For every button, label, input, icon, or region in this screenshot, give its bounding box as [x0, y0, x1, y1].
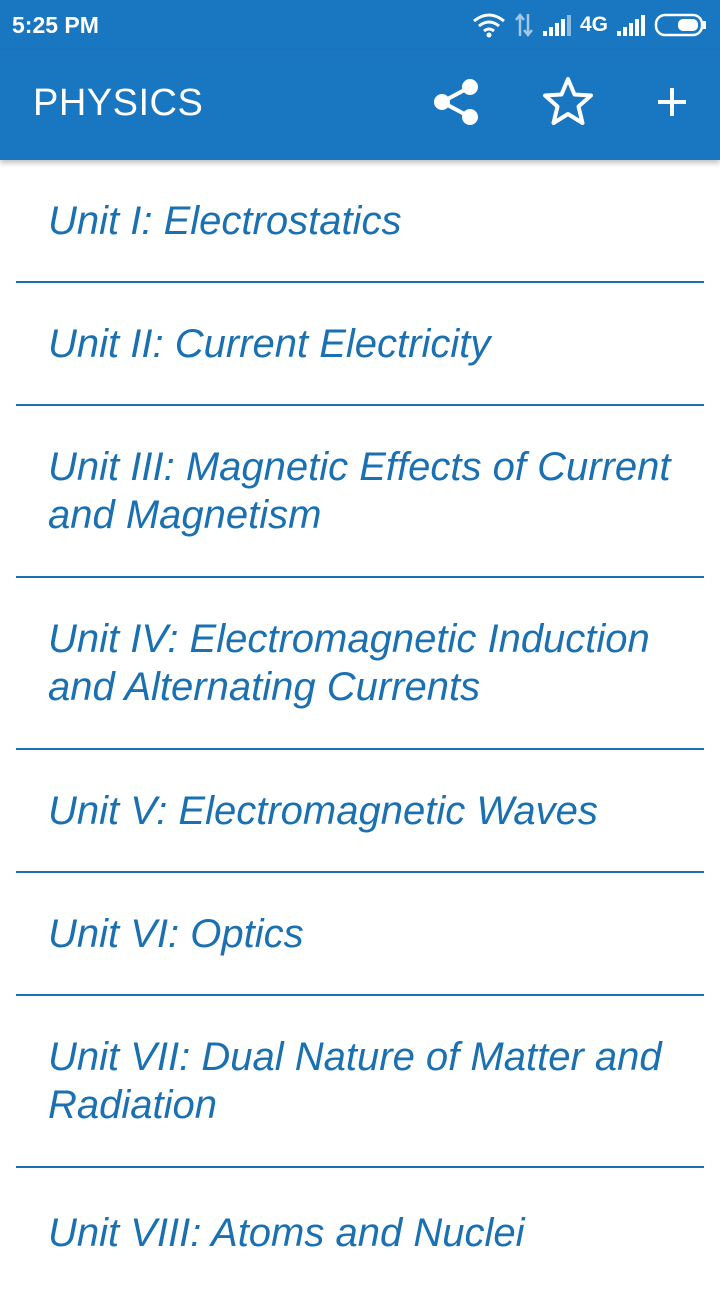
- battery-icon: [654, 13, 708, 37]
- signal-icon: [542, 13, 572, 37]
- unit-label: Unit I: Electrostatics: [48, 198, 402, 243]
- status-time: 5:25 PM: [12, 12, 99, 38]
- status-bar: 5:25 PM 4G: [0, 0, 720, 50]
- list-item-unit-5[interactable]: Unit V: Electromagnetic Waves: [16, 750, 704, 873]
- list-item-unit-3[interactable]: Unit III: Magnetic Effects of Current an…: [16, 406, 704, 578]
- list-item-unit-6[interactable]: Unit VI: Optics: [16, 873, 704, 996]
- list-item-unit-4[interactable]: Unit IV: Electromagnetic Induction and A…: [16, 578, 704, 750]
- star-icon: [541, 75, 595, 134]
- list-item-unit-2[interactable]: Unit II: Current Electricity: [16, 283, 704, 406]
- unit-label: Unit V: Electromagnetic Waves: [48, 788, 598, 833]
- unit-list: Unit I: Electrostatics Unit II: Current …: [0, 160, 720, 1298]
- unit-label: Unit VII: Dual Nature of Matter and Radi…: [48, 1035, 662, 1127]
- add-icon: [655, 85, 689, 124]
- unit-label: Unit IV: Electromagnetic Induction and A…: [48, 617, 650, 709]
- share-icon: [430, 76, 482, 133]
- signal-icon: [616, 13, 646, 37]
- page-title: PHYSICS: [33, 82, 204, 124]
- wifi-icon: [472, 12, 506, 38]
- unit-label: Unit VIII: Atoms and Nuclei: [48, 1211, 525, 1255]
- unit-label: Unit III: Magnetic Effects of Current an…: [48, 445, 671, 537]
- status-icons: 4G: [472, 10, 708, 40]
- unit-label: Unit VI: Optics: [48, 911, 304, 956]
- data-transfer-icon: [514, 12, 534, 38]
- add-button[interactable]: [642, 74, 702, 134]
- unit-label: Unit II: Current Electricity: [48, 321, 491, 366]
- app-bar: PHYSICS: [0, 50, 720, 160]
- share-button[interactable]: [426, 74, 486, 134]
- list-item-unit-1[interactable]: Unit I: Electrostatics: [16, 160, 704, 283]
- list-item-unit-8[interactable]: Unit VIII: Atoms and Nuclei: [16, 1168, 704, 1298]
- favorite-button[interactable]: [538, 74, 598, 134]
- list-item-unit-7[interactable]: Unit VII: Dual Nature of Matter and Radi…: [16, 996, 704, 1168]
- network-type-label: 4G: [579, 13, 608, 36]
